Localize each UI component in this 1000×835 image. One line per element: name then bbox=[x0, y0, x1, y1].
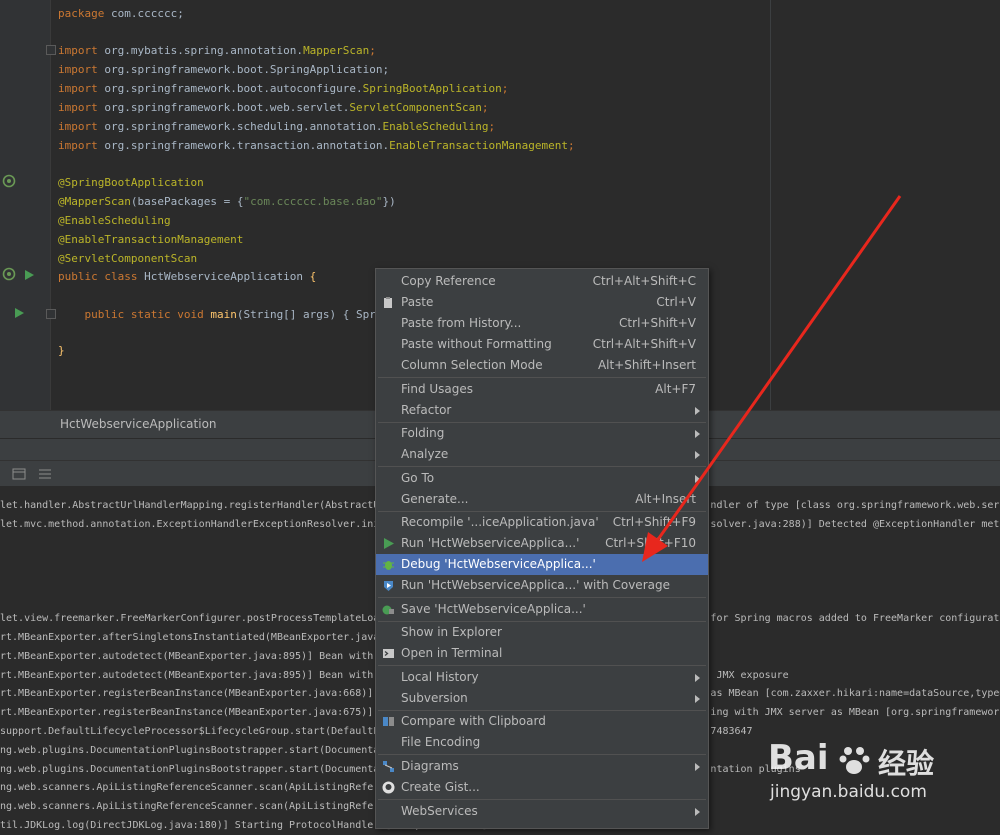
annotation-arrow-icon bbox=[642, 195, 902, 562]
watermark-brand-left: Bai bbox=[768, 738, 829, 778]
baidu-watermark: Bai 经验 jingyan.baidu.com bbox=[760, 738, 980, 808]
paw-logo-icon bbox=[839, 747, 870, 774]
watermark-brand-right: 经验 bbox=[878, 747, 935, 780]
watermark-url: jingyan.baidu.com bbox=[770, 782, 927, 802]
